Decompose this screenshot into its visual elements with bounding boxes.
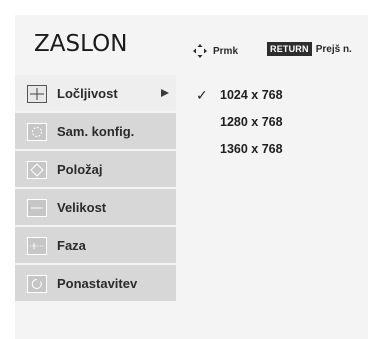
page-title: ZASLON — [34, 31, 128, 57]
move-arrows-icon — [193, 44, 207, 58]
menu-item-label: Ponastavitev — [57, 276, 138, 291]
return-hint-label: Prejš n. — [315, 43, 352, 55]
menu-item-label: Sam. konfig. — [57, 124, 135, 139]
resolution-value: 1280 x 768 — [220, 115, 283, 129]
menu-item-resolution[interactable]: Ločljivost — [15, 73, 176, 111]
nav-hint: Prmk — [193, 44, 238, 58]
menu-item-size[interactable]: Velikost — [15, 187, 176, 225]
return-hint: RETURN Prejš n. — [267, 42, 352, 56]
return-badge: RETURN — [267, 42, 312, 56]
submenu-arrow-icon — [161, 89, 169, 97]
crosshair-icon — [27, 85, 47, 103]
settings-menu: Ločljivost Sam. konfig. Položaj Velikost — [15, 73, 176, 301]
checkmark-icon: ✓ — [196, 87, 208, 103]
menu-item-label: Položaj — [57, 162, 103, 177]
menu-item-phase[interactable]: Faza — [15, 225, 176, 263]
menu-item-position[interactable]: Položaj — [15, 149, 176, 187]
reset-icon — [27, 275, 47, 293]
screen-menu-panel: ZASLON Prmk RETURN Prejš n. Ločljivost S… — [15, 15, 368, 339]
position-icon — [27, 161, 47, 179]
nav-hint-label: Prmk — [213, 45, 239, 57]
menu-item-label: Faza — [57, 238, 86, 253]
size-icon — [27, 199, 47, 217]
phase-icon — [27, 237, 47, 255]
menu-header: ZASLON Prmk RETURN Prejš n. — [15, 15, 368, 69]
menu-item-auto-config[interactable]: Sam. konfig. — [15, 111, 176, 149]
auto-config-icon — [27, 123, 47, 141]
menu-item-label: Velikost — [57, 200, 107, 215]
menu-item-label: Ločljivost — [57, 86, 118, 101]
resolution-value: 1024 x 768 — [220, 88, 283, 102]
menu-item-reset[interactable]: Ponastavitev — [15, 263, 176, 301]
resolution-value: 1360 x 768 — [220, 142, 283, 156]
